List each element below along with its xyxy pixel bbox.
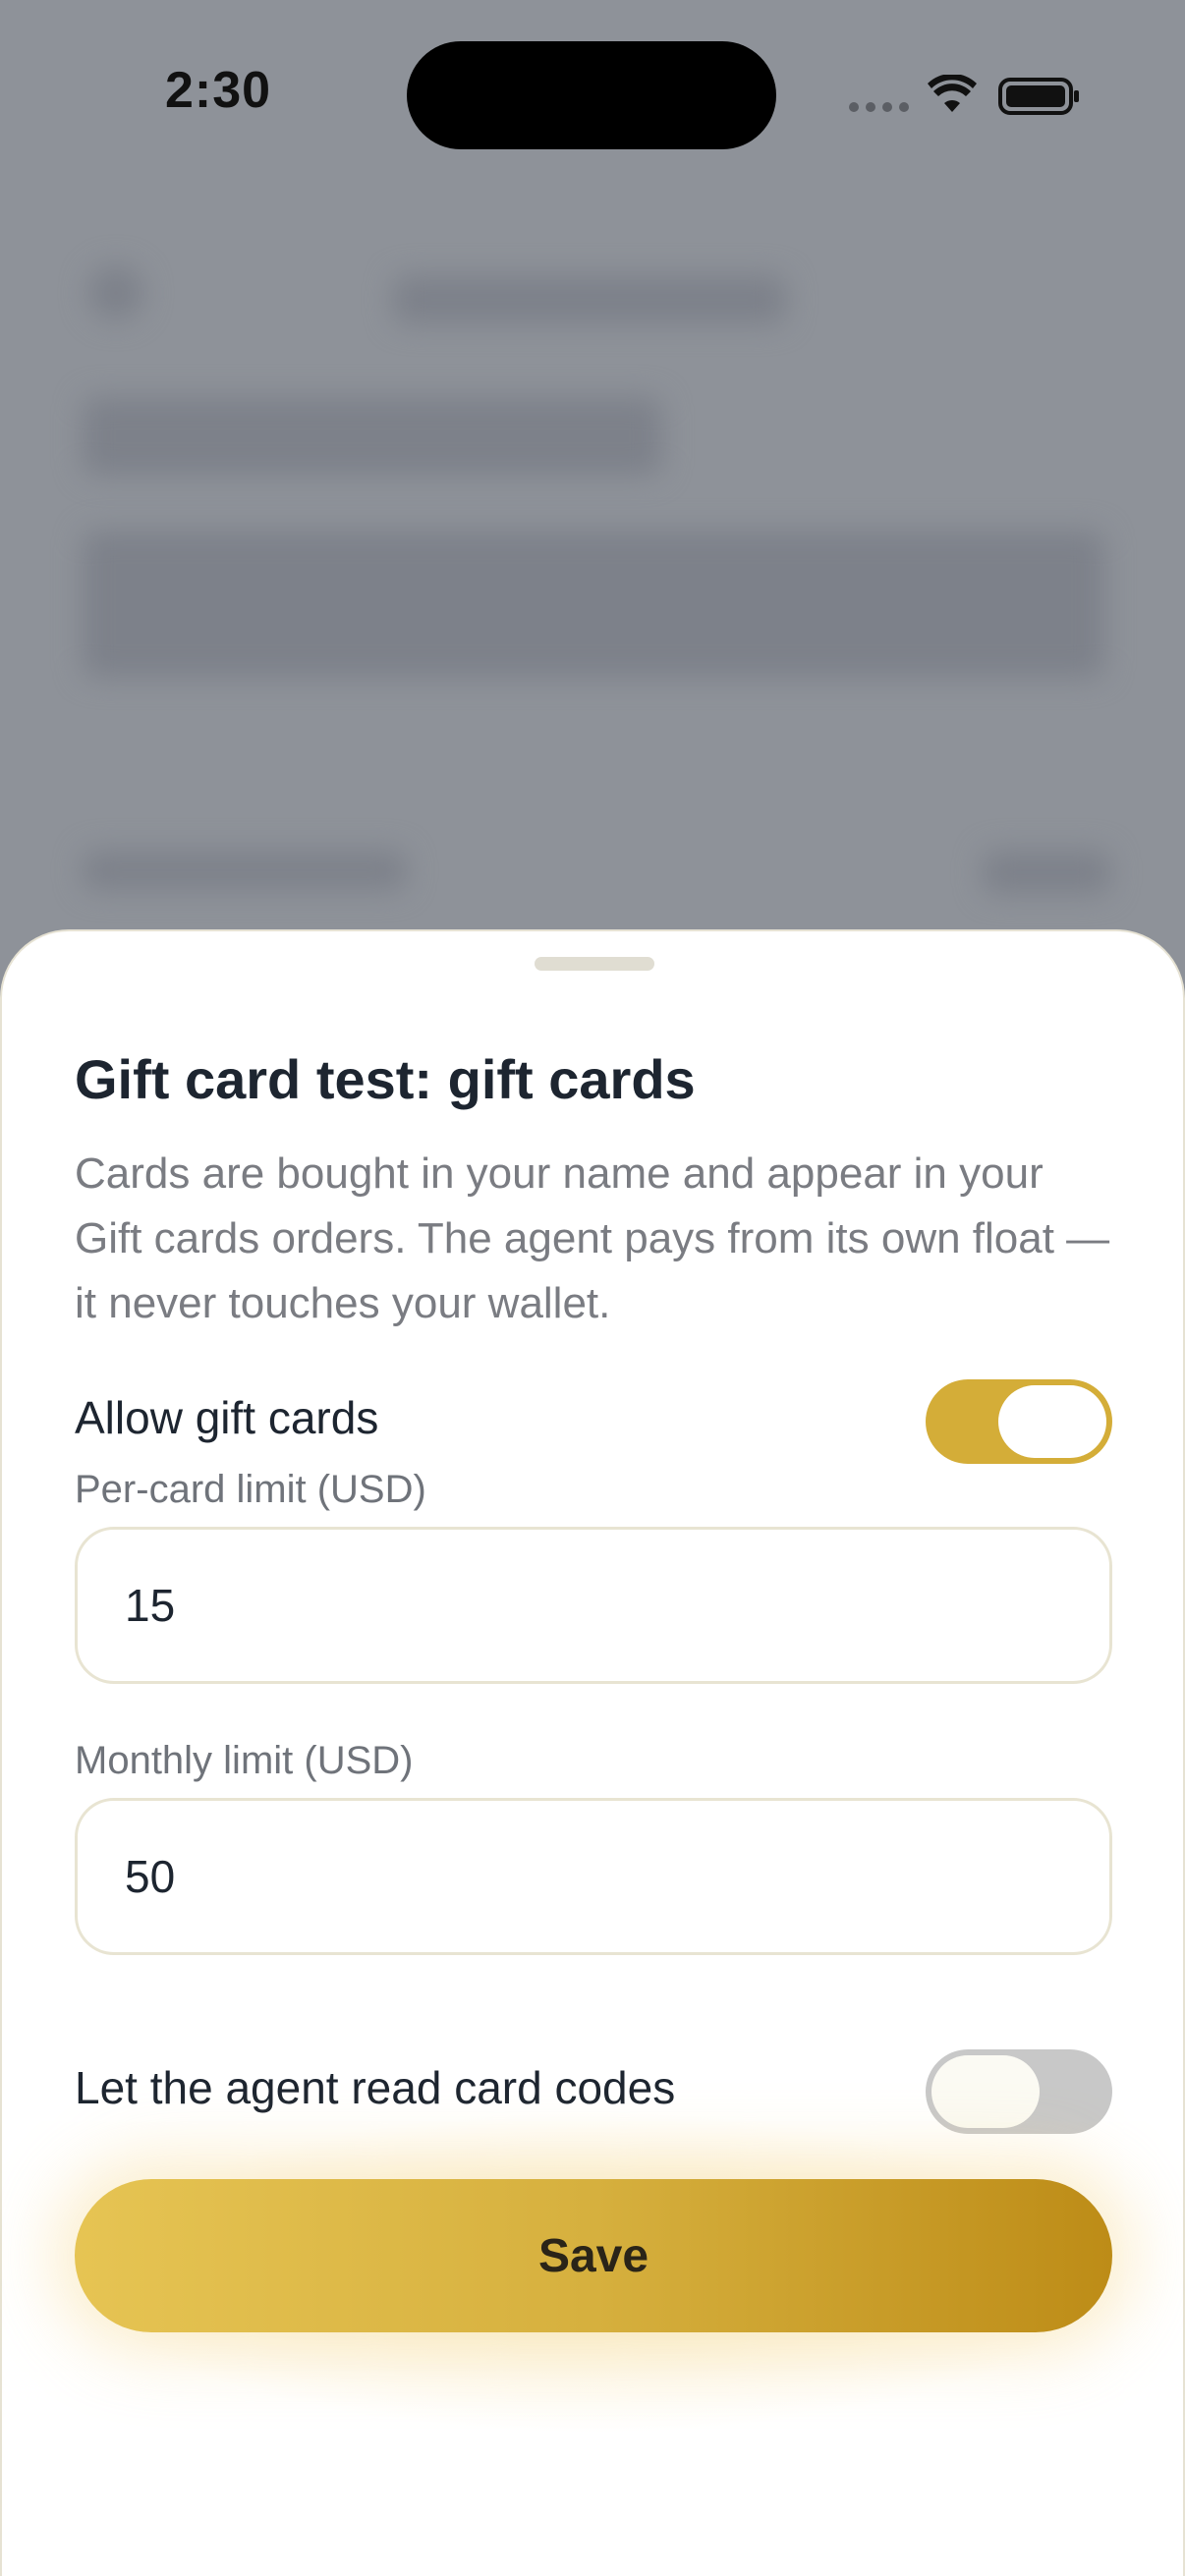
- background-page-heading: [83, 397, 662, 476]
- battery-icon: [998, 78, 1079, 115]
- save-button[interactable]: Save: [75, 2179, 1112, 2332]
- sheet-title: Gift card test: gift cards: [75, 1048, 696, 1110]
- cellular-signal-icon: [849, 102, 909, 112]
- background-row-label: [83, 851, 407, 890]
- read-card-codes-label: Let the agent read card codes: [75, 2062, 676, 2113]
- status-bar-time: 2:30: [165, 62, 272, 119]
- allow-gift-cards-toggle[interactable]: [926, 1379, 1112, 1464]
- gift-card-settings-sheet: Gift card test: gift cards Cards are bou…: [0, 929, 1185, 2576]
- per-card-limit-input[interactable]: [75, 1527, 1112, 1684]
- background-back-button: [88, 265, 143, 320]
- background-header-title: [393, 275, 786, 324]
- sheet-grabber[interactable]: [535, 957, 654, 971]
- wifi-icon: [928, 75, 977, 112]
- per-card-limit-label: Per-card limit (USD): [75, 1468, 426, 1511]
- monthly-limit-input[interactable]: [75, 1798, 1112, 1955]
- monthly-limit-label: Monthly limit (USD): [75, 1739, 414, 1782]
- toggle-knob: [998, 1385, 1106, 1458]
- dynamic-island: [407, 41, 776, 149]
- background-card: [83, 531, 1104, 678]
- sheet-description: Cards are bought in your name and appear…: [75, 1149, 1110, 1327]
- allow-gift-cards-label: Allow gift cards: [75, 1392, 379, 1443]
- background-row-button: [983, 851, 1110, 894]
